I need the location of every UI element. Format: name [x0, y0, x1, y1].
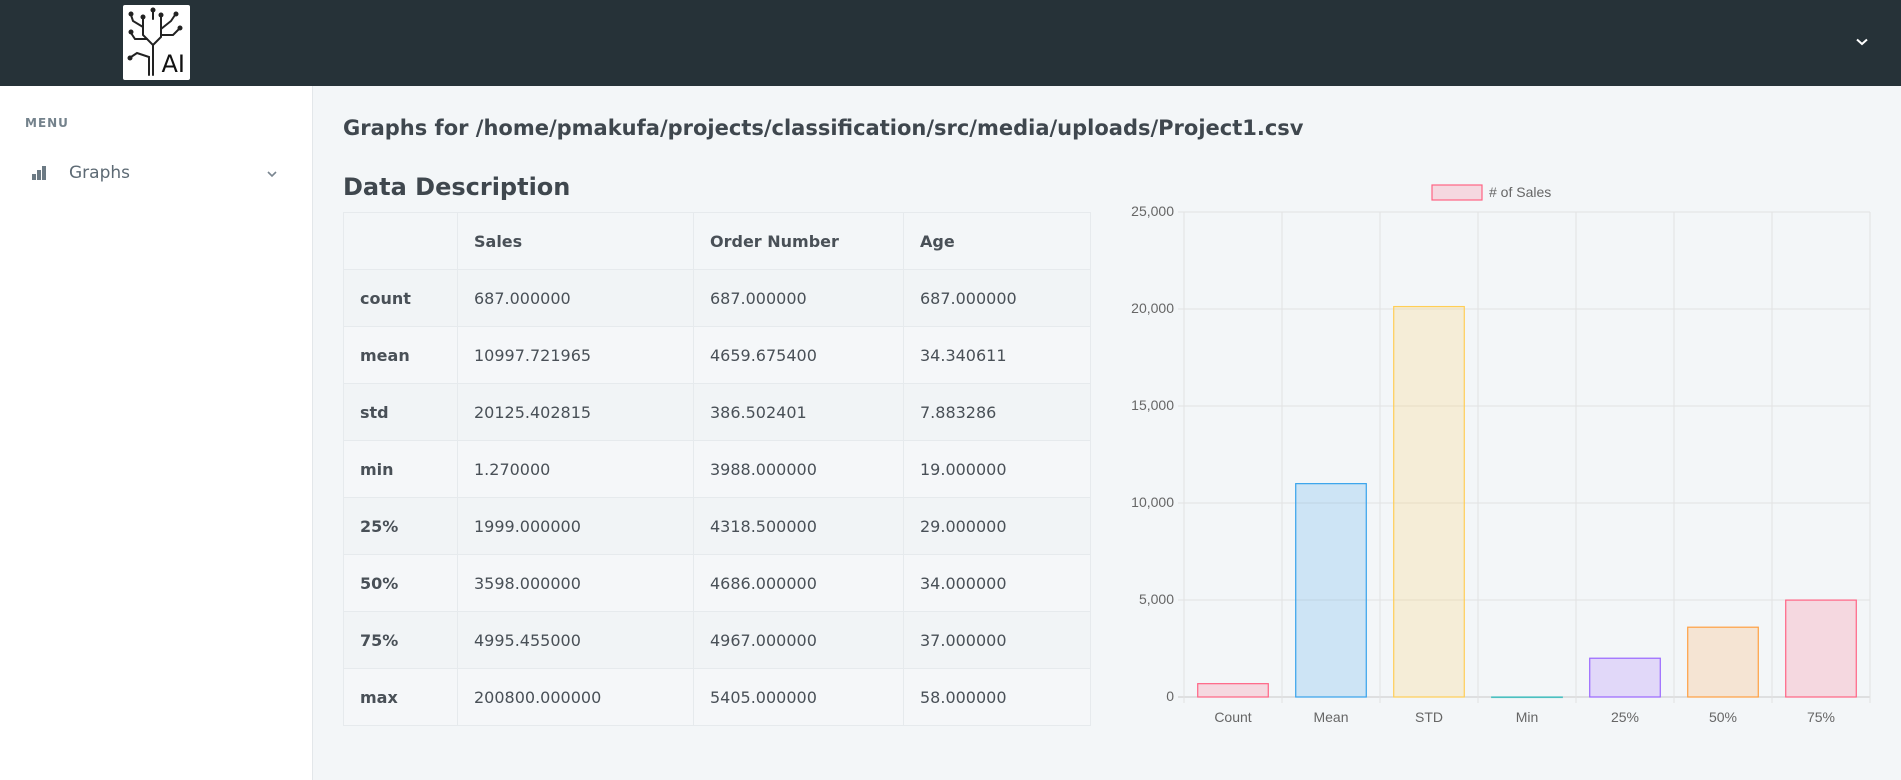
table-cell: 5405.000000: [693, 668, 904, 726]
row-label: count: [343, 269, 458, 327]
table-header-row: Sales Order Number Age: [343, 212, 1091, 270]
x-tick-label: Count: [1214, 709, 1251, 725]
table-cell: 687.000000: [903, 269, 1091, 327]
x-tick-label: Min: [1516, 709, 1539, 725]
table-cell: 3598.000000: [457, 554, 694, 612]
bar-chart-icon: [32, 166, 46, 180]
table-cell: 1.270000: [457, 440, 694, 498]
y-tick-label: 10,000: [1131, 494, 1174, 510]
table-row: std 20125.402815 386.502401 7.883286: [343, 383, 1091, 441]
table-row: max 200800.000000 5405.000000 58.000000: [343, 668, 1091, 726]
table-cell: 7.883286: [903, 383, 1091, 441]
table-cell: 29.000000: [903, 497, 1091, 555]
sidebar: MENU Graphs: [0, 86, 313, 780]
table-cell: 4995.455000: [457, 611, 694, 669]
table-cell: 4967.000000: [693, 611, 904, 669]
table-cell: 34.340611: [903, 326, 1091, 384]
column-header: Order Number: [693, 212, 904, 270]
x-tick-label: STD: [1415, 709, 1443, 725]
table-cell: 4686.000000: [693, 554, 904, 612]
table-cell: 4318.500000: [693, 497, 904, 555]
sidebar-item-graphs[interactable]: Graphs: [0, 158, 313, 188]
table-cell: 200800.000000: [457, 668, 694, 726]
app-logo[interactable]: AI: [123, 5, 190, 80]
table-cell: 20125.402815: [457, 383, 694, 441]
column-header: [343, 212, 458, 270]
bar: [1589, 657, 1661, 698]
table-cell: 3988.000000: [693, 440, 904, 498]
table-cell: 687.000000: [693, 269, 904, 327]
top-navbar: AI: [0, 0, 1901, 86]
table-cell: 34.000000: [903, 554, 1091, 612]
row-label: min: [343, 440, 458, 498]
table-row: 25% 1999.000000 4318.500000 29.000000: [343, 497, 1091, 555]
table-cell: 37.000000: [903, 611, 1091, 669]
column-header: Age: [903, 212, 1091, 270]
y-tick-label: 0: [1166, 688, 1174, 704]
table-cell: 687.000000: [457, 269, 694, 327]
table-cell: 4659.675400: [693, 326, 904, 384]
y-tick-label: 20,000: [1131, 300, 1174, 316]
bar: [1197, 683, 1269, 698]
bar: [1785, 599, 1857, 698]
table-cell: 10997.721965: [457, 326, 694, 384]
row-label: 50%: [343, 554, 458, 612]
table-row: 75% 4995.455000 4967.000000 37.000000: [343, 611, 1091, 669]
logo-text: AI: [161, 50, 186, 78]
table-cell: 19.000000: [903, 440, 1091, 498]
data-description-table: Sales Order Number Age count 687.000000 …: [343, 212, 1091, 726]
table-cell: 386.502401: [693, 383, 904, 441]
section-title: Data Description: [343, 173, 571, 201]
y-tick-label: 15,000: [1131, 397, 1174, 413]
table-row: min 1.270000 3988.000000 19.000000: [343, 440, 1091, 498]
row-label: mean: [343, 326, 458, 384]
legend-swatch: [1431, 184, 1483, 201]
x-tick-label: Mean: [1313, 709, 1348, 725]
sales-bar-chart: 0 5,000 10,000 15,000 20,000 25,000 Count Mean S…: [1131, 184, 1871, 725]
y-tick-label: 25,000: [1131, 203, 1174, 219]
row-label: std: [343, 383, 458, 441]
bar: [1687, 626, 1759, 698]
row-label: max: [343, 668, 458, 726]
chevron-down-icon: [267, 171, 277, 178]
bar: [1491, 696, 1563, 699]
legend-label: # of Sales: [1489, 184, 1551, 200]
table-row: mean 10997.721965 4659.675400 34.340611: [343, 326, 1091, 384]
row-label: 75%: [343, 611, 458, 669]
menu-title: MENU: [25, 116, 69, 130]
chevron-down-icon: [1856, 38, 1868, 46]
column-header: Sales: [457, 212, 694, 270]
row-label: 25%: [343, 497, 458, 555]
table-row: 50% 3598.000000 4686.000000 34.000000: [343, 554, 1091, 612]
user-menu-toggle[interactable]: [1850, 30, 1874, 54]
table-cell: 1999.000000: [457, 497, 694, 555]
table-row: count 687.000000 687.000000 687.000000: [343, 269, 1091, 327]
x-tick-label: 50%: [1709, 709, 1737, 725]
x-tick-label: 25%: [1611, 709, 1639, 725]
bar: [1295, 483, 1367, 698]
sidebar-item-label: Graphs: [69, 163, 131, 183]
page-title: Graphs for /home/pmakufa/projects/classi…: [343, 116, 1304, 140]
y-tick-label: 5,000: [1139, 591, 1174, 607]
table-cell: 58.000000: [903, 668, 1091, 726]
x-tick-label: 75%: [1807, 709, 1835, 725]
bar: [1393, 305, 1465, 698]
